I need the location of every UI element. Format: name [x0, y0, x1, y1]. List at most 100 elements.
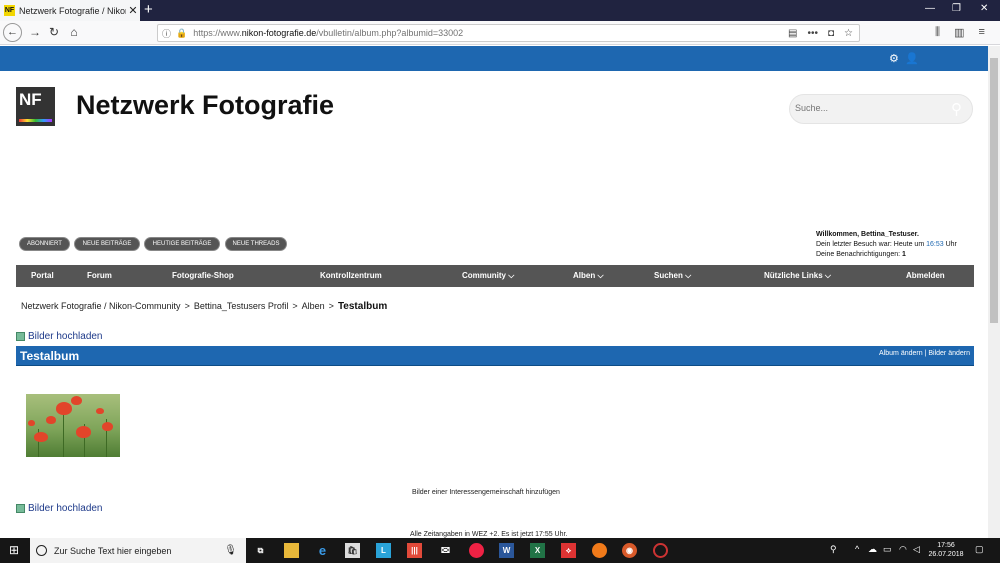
windows-taskbar: ⊞ Zur Suche Text hier eingeben 🎙 ⧉ e 🛍 L…: [0, 538, 1000, 563]
search-icon[interactable]: ⚲: [951, 100, 962, 118]
menu-alben[interactable]: Alben ⌵: [573, 271, 604, 281]
reload-icon[interactable]: ↻: [46, 25, 62, 39]
breadcrumb-item[interactable]: Alben: [302, 301, 325, 311]
app-l-icon[interactable]: L: [376, 543, 391, 558]
site-title: Netzwerk Fotografie: [76, 90, 335, 120]
menu-kontrollzentrum[interactable]: Kontrollzentrum: [320, 271, 382, 280]
sidebar-icon[interactable]: ▥: [954, 26, 964, 39]
menu-community[interactable]: Community ⌵: [462, 271, 514, 281]
notification-count: 1: [902, 251, 906, 258]
browser-tab[interactable]: NF Netzwerk Fotografie / Nikon-C ✕: [0, 0, 140, 21]
site-logo[interactable]: NF: [16, 87, 55, 126]
user-icon[interactable]: 👤: [905, 52, 919, 65]
notification-center-icon[interactable]: ▢: [975, 544, 984, 555]
edit-album-link[interactable]: Album ändern: [879, 350, 923, 357]
last-visit-line: Dein letzter Besuch war: Heute um 16:53 …: [816, 241, 957, 248]
browser-tab-bar: NF Netzwerk Fotografie / Nikon-C ✕ + — ❐…: [0, 0, 1000, 21]
site-search[interactable]: ⚲: [789, 94, 973, 124]
file-explorer-icon[interactable]: [284, 543, 299, 558]
breadcrumb: Netzwerk Fotografie / Nikon-Community > …: [21, 301, 388, 312]
restore-icon[interactable]: ❐: [952, 3, 961, 14]
mail-icon[interactable]: ✉: [438, 543, 453, 558]
minimize-icon[interactable]: —: [925, 3, 935, 14]
pill-neue-threads[interactable]: NEUE THREADS: [225, 237, 287, 251]
taskbar-clock[interactable]: 17:56 26.07.2018: [926, 541, 966, 559]
pill-heutige-beitraege[interactable]: HEUTIGE BEITRÄGE: [144, 237, 220, 251]
chevron-down-icon: ⌵: [508, 271, 515, 280]
album-photo-thumbnail[interactable]: [26, 394, 120, 457]
add-to-group-link[interactable]: Bilder einer Interessengemeinschaft hinz…: [412, 489, 560, 496]
pill-neue-beitraege[interactable]: NEUE BEITRÄGE: [74, 237, 140, 251]
upload-images-link-bottom[interactable]: Bilder hochladen: [16, 503, 103, 514]
people-icon[interactable]: ⚲: [830, 544, 837, 555]
menu-nuetzliche-links[interactable]: Nützliche Links ⌵: [764, 271, 831, 281]
pocket-icon[interactable]: ◘: [828, 28, 834, 39]
page-scrollbar[interactable]: [988, 46, 1000, 538]
excel-icon[interactable]: X: [530, 543, 545, 558]
close-tab-icon[interactable]: ✕: [126, 4, 140, 17]
word-icon[interactable]: W: [499, 543, 514, 558]
browser-nav-bar: ← → ↻ ⌂ ⓘ 🔒 https://www. nikon-fotografie…: [0, 21, 1000, 45]
menu-portal[interactable]: Portal: [31, 271, 54, 280]
last-visit-time: 16:53: [926, 241, 944, 248]
search-input[interactable]: [795, 103, 945, 113]
close-window-icon[interactable]: ✕: [980, 3, 988, 14]
breadcrumb-item[interactable]: Bettina_Testusers Profil: [194, 301, 289, 311]
menu-suchen[interactable]: Suchen ⌵: [654, 271, 691, 281]
url-bar[interactable]: ⓘ 🔒 https://www. nikon-fotografie.de/vbul…: [157, 24, 860, 42]
info-icon[interactable]: ⓘ: [162, 27, 171, 40]
settings-gear-icon[interactable]: ⚙: [889, 52, 899, 65]
menu-abmelden[interactable]: Abmelden: [906, 271, 945, 280]
bookmark-star-icon[interactable]: ☆: [844, 28, 853, 39]
logo-text: NF: [19, 90, 42, 109]
album-actions: Album ändern | Bilder ändern: [879, 350, 970, 357]
hamburger-menu-icon[interactable]: ≡: [978, 26, 984, 39]
menu-forum[interactable]: Forum: [87, 271, 112, 280]
menu-fotografie-shop[interactable]: Fotografie-Shop: [172, 271, 234, 280]
volume-icon[interactable]: ◁: [913, 544, 920, 555]
upload-image-icon: [16, 504, 25, 513]
edge-icon[interactable]: e: [315, 543, 330, 558]
pdf-icon[interactable]: ⟡: [561, 543, 576, 558]
page-content: ⚙ 👤 NF Netzwerk Fotografie ⚲ ABONNIERT N…: [0, 46, 988, 538]
album-title-bar: Testalbum Album ändern | Bilder ändern: [16, 346, 974, 366]
task-view-icon[interactable]: ⧉: [253, 543, 268, 558]
app-orange-icon[interactable]: ◉: [622, 543, 637, 558]
favicon: NF: [4, 5, 15, 16]
new-tab-icon[interactable]: +: [144, 1, 153, 18]
edit-images-link[interactable]: Bilder ändern: [928, 350, 970, 357]
app-red-icon[interactable]: |||: [407, 543, 422, 558]
taskbar-search[interactable]: Zur Suche Text hier eingeben 🎙: [30, 538, 246, 563]
reader-view-icon[interactable]: ▤: [788, 28, 797, 39]
footer-timezone: Alle Zeitangaben in WEZ +2. Es ist jetzt…: [410, 531, 568, 538]
tab-title: Netzwerk Fotografie / Nikon-C: [19, 5, 126, 16]
back-icon[interactable]: ←: [3, 23, 22, 42]
library-icon[interactable]: ⫼: [935, 26, 940, 39]
url-prefix: https://www.: [193, 28, 242, 38]
firefox-icon[interactable]: [592, 543, 607, 558]
url-path: /vbulletin/album.php?albumid=33002: [316, 28, 464, 38]
windows-start-icon[interactable]: ⊞: [9, 544, 21, 556]
chevron-up-icon[interactable]: ^: [855, 544, 859, 554]
notifications-line[interactable]: Deine Benachrichtigungen: 1: [816, 250, 957, 260]
logo-color-strip: [19, 119, 52, 122]
pill-abonniert[interactable]: ABONNIERT: [19, 237, 70, 251]
wifi-icon[interactable]: ◠: [899, 544, 907, 555]
page-actions-icon[interactable]: •••: [807, 28, 818, 39]
chevron-down-icon: ⌵: [685, 271, 692, 280]
upload-images-link[interactable]: Bilder hochladen: [16, 331, 103, 342]
lock-icon: 🔒: [176, 27, 188, 38]
main-menu: Portal Forum Fotografie-Shop Kontrollzen…: [16, 265, 974, 287]
app-ring-icon[interactable]: [653, 543, 668, 558]
scrollbar-thumb[interactable]: [990, 58, 998, 323]
battery-icon[interactable]: ▭: [883, 544, 892, 555]
microphone-icon[interactable]: 🎙: [224, 545, 237, 556]
breadcrumb-item[interactable]: Netzwerk Fotografie / Nikon-Community: [21, 301, 181, 311]
onedrive-icon[interactable]: ☁: [868, 544, 877, 555]
home-icon[interactable]: ⌂: [66, 25, 82, 39]
taskbar-search-placeholder: Zur Suche Text hier eingeben: [54, 545, 172, 556]
welcome-box: Willkommen, Bettina_Testuser. Dein letzt…: [816, 230, 957, 260]
store-icon[interactable]: 🛍: [345, 543, 360, 558]
chrome-icon[interactable]: [469, 543, 484, 558]
forward-icon[interactable]: →: [27, 25, 43, 39]
